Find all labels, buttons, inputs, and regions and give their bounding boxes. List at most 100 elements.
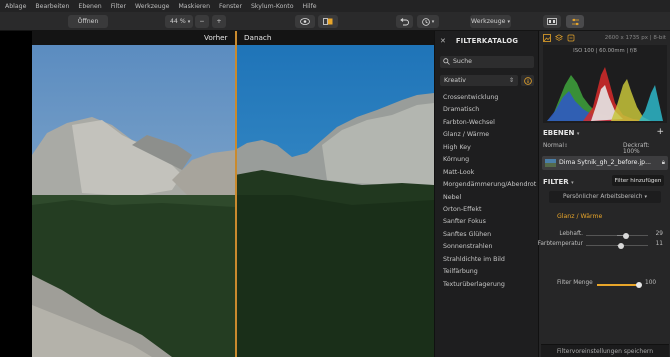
zoom-select[interactable]: 44 % ▾ (165, 15, 193, 28)
info-icon (523, 76, 532, 85)
filter-item[interactable]: High Key (443, 142, 539, 154)
histogram: ISO 100 | 60.00mm | f/8 (543, 45, 667, 123)
amount-handle[interactable] (636, 281, 642, 288)
chevron-down-icon: ▾ (507, 18, 510, 25)
zoom-value: 44 % (170, 18, 186, 25)
menu-maskieren[interactable]: Maskieren (178, 3, 210, 10)
chevron-down-icon: ⇕ (564, 143, 569, 149)
undo-button[interactable] (396, 15, 413, 28)
image-meta: 2600 x 1735 px | 8-bit (604, 35, 666, 41)
tools-label: Werkzeuge (471, 18, 506, 25)
menu-ebenen[interactable]: Ebenen (78, 3, 101, 10)
category-value: Kreativ (444, 77, 466, 84)
filter-item[interactable]: Sanftes Glühen (443, 229, 539, 241)
filter-item[interactable]: Teilfärbung (443, 266, 539, 278)
layers-title-text: EBENEN (543, 129, 575, 137)
filter-item[interactable]: Texturüberlagerung (443, 279, 539, 291)
menu-bar: Ablage Bearbeiten Ebenen Filter Werkzeug… (0, 0, 670, 12)
menu-fenster[interactable]: Fenster (219, 3, 242, 10)
filter-item[interactable]: Sanfter Fokus (443, 216, 539, 228)
chevron-down-icon[interactable]: ▾ (571, 180, 574, 186)
save-filter-preset-button[interactable]: Filtervoreinstellungen speichern (541, 344, 669, 357)
filter-item[interactable]: Dramatisch (443, 104, 539, 116)
compare-splitter-handle[interactable] (235, 31, 237, 357)
info-button[interactable] (521, 75, 534, 86)
filter-item[interactable]: Glanz / Wärme (443, 129, 539, 141)
after-image (235, 45, 434, 357)
layers-icon[interactable] (555, 34, 563, 42)
filter-item[interactable]: Orton-Effekt (443, 204, 539, 216)
history-button[interactable]: ▾ (417, 15, 439, 28)
menu-bearbeiten[interactable]: Bearbeiten (35, 3, 69, 10)
workspace-select[interactable]: Persönlicher Arbeitsbereich ▾ (549, 191, 661, 203)
image-info-icon[interactable] (543, 34, 551, 42)
history-stack-icon[interactable] (567, 34, 575, 42)
filter-title-text: FILTER (543, 178, 569, 186)
zoom-in-button[interactable]: + (212, 15, 226, 28)
filter-catalog-panel: ✕ FILTERKATALOG Suche Kreativ ⇕ Crossent… (434, 31, 538, 357)
amount-track[interactable] (597, 284, 639, 286)
slider-value[interactable]: 11 (656, 241, 663, 247)
layer-options: Normal ⇕ Deckraft: 100% (543, 143, 667, 155)
filter-item[interactable]: Nebel (443, 192, 539, 204)
search-icon (443, 58, 450, 65)
filter-list: Crossentwicklung Dramatisch Farbton-Wech… (443, 92, 539, 291)
sliders-icon (571, 18, 579, 25)
menu-ablage[interactable]: Ablage (5, 3, 26, 10)
slider-handle[interactable] (617, 242, 624, 249)
layer-item[interactable]: Dima Sytnik_gh_2_before.jp... 🔒︎ (542, 156, 668, 170)
add-filter-button[interactable]: Filter hinzufügen (612, 175, 664, 186)
filter-item[interactable]: Körnung (443, 154, 539, 166)
canvas-margin (0, 31, 32, 357)
menu-werkzeuge[interactable]: Werkzeuge (135, 3, 169, 10)
layer-thumbnail (545, 159, 556, 167)
category-select[interactable]: Kreativ ⇕ (440, 75, 518, 86)
compare-icon (323, 18, 333, 25)
opacity-control[interactable]: Deckraft: 100% (623, 143, 667, 155)
filter-item[interactable]: Matt-Look (443, 167, 539, 179)
menu-hilfe[interactable]: Hilfe (303, 3, 317, 10)
lock-icon[interactable]: 🔒︎ (662, 159, 665, 167)
slider-handle[interactable] (622, 232, 629, 239)
open-button[interactable]: Öffnen (68, 15, 108, 28)
preview-button[interactable] (295, 15, 315, 28)
amount-label: Filter Menge (557, 280, 593, 286)
toolbar: Öffnen 44 % ▾ − + ▾ Werkzeuge ▾ (0, 12, 670, 31)
slider-label: Lebhaft. (559, 231, 583, 237)
filter-item[interactable]: Crossentwicklung (443, 92, 539, 104)
amount-value[interactable]: 100 (645, 280, 656, 286)
adjust-panel-button[interactable] (566, 15, 584, 28)
tools-menu-button[interactable]: Werkzeuge ▾ (470, 15, 511, 28)
chevron-down-icon: ▾ (187, 18, 191, 25)
histogram-info: ISO 100 | 60.00mm | f/8 (573, 48, 637, 54)
filmstrip-button[interactable] (543, 15, 561, 28)
landscape-image (32, 45, 434, 357)
filter-item[interactable]: Strahldichte im Bild (443, 254, 539, 266)
panel-icon-row (543, 34, 575, 42)
chevron-down-icon[interactable]: ▾ (577, 131, 580, 137)
slider-lebhaftigkeit: Lebhaft. 29 (543, 231, 667, 240)
menu-skylum-konto[interactable]: Skylum-Konto (251, 3, 294, 10)
photo (32, 45, 434, 357)
filter-catalog-title: FILTERKATALOG (455, 37, 519, 45)
clock-icon (421, 17, 430, 26)
zoom-out-button[interactable]: − (195, 15, 209, 28)
slider-value[interactable]: 29 (656, 231, 663, 237)
layers-title: EBENEN ▾ (543, 129, 579, 137)
filter-search-input[interactable]: Suche (440, 56, 534, 68)
before-image (32, 45, 235, 357)
menu-filter[interactable]: Filter (111, 3, 126, 10)
filter-item[interactable]: Morgendämmerung/Abendrot (443, 179, 539, 191)
blend-mode-select[interactable]: Normal (543, 143, 564, 149)
workspace-value: Persönlicher Arbeitsbereich (563, 194, 643, 200)
image-canvas[interactable]: Vorher Danach (32, 31, 434, 357)
filter-item[interactable]: Sonnenstrahlen (443, 241, 539, 253)
active-filter-title[interactable]: Glanz / Wärme (557, 213, 602, 220)
chevron-down-icon: ⇕ (508, 77, 514, 84)
undo-icon (400, 17, 409, 25)
filter-item[interactable]: Farbton-Wechsel (443, 117, 539, 129)
compare-button[interactable] (318, 15, 338, 28)
add-layer-button[interactable]: + (656, 127, 664, 137)
filter-amount-slider: Filter Menge 100 (543, 280, 667, 289)
layer-name: Dima Sytnik_gh_2_before.jp... (559, 159, 652, 166)
